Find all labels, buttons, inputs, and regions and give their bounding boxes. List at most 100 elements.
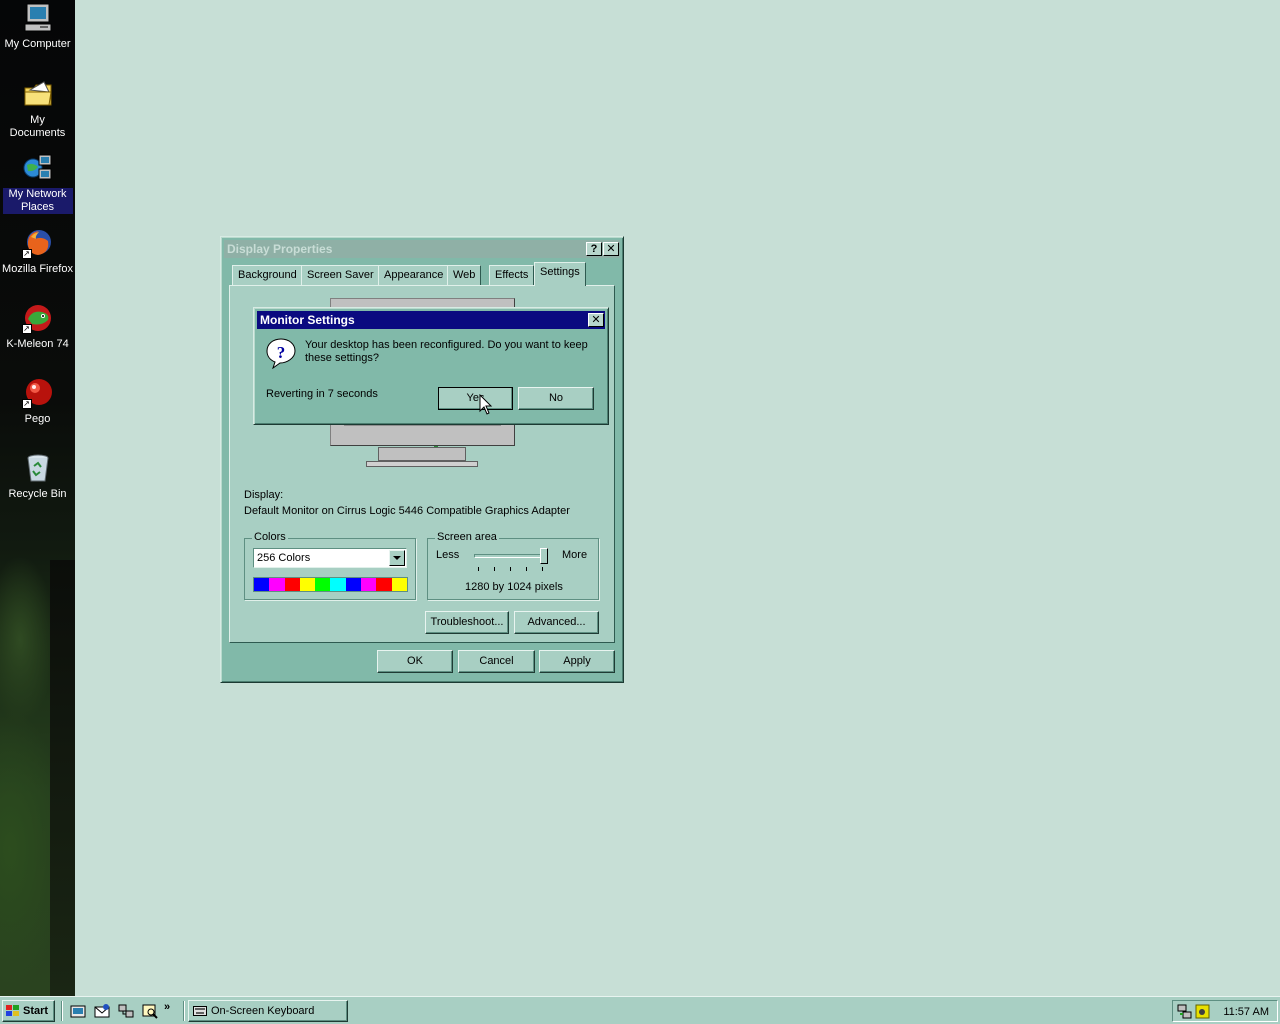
show-desktop-icon[interactable] <box>70 1003 86 1019</box>
network-quicklaunch-icon[interactable] <box>118 1003 134 1019</box>
palette-swatch <box>254 578 270 591</box>
shortcut-arrow-icon: ↗ <box>21 249 32 259</box>
folder-icon <box>22 78 54 110</box>
advanced-button[interactable]: Advanced... <box>514 611 599 634</box>
pego-icon: ↗ <box>21 377 54 409</box>
display-properties-titlebar[interactable]: Display Properties ? ✕ <box>224 240 620 258</box>
monitor-base <box>366 461 478 467</box>
desktop-icon-my-network-places[interactable]: My Network Places <box>0 152 75 214</box>
slider-ticks <box>478 567 546 571</box>
palette-swatch <box>315 578 331 591</box>
display-adapter-text: Default Monitor on Cirrus Logic 5446 Com… <box>244 505 570 517</box>
taskbar-divider <box>61 1001 63 1021</box>
question-icon: ? <box>265 337 297 370</box>
search-icon[interactable] <box>142 1003 158 1019</box>
resolution-text: 1280 by 1024 pixels <box>465 581 563 593</box>
tab-label: Settings <box>540 266 580 278</box>
dropdown-arrow-button[interactable] <box>389 550 405 566</box>
palette-swatch <box>376 578 392 591</box>
tab-label: Background <box>238 269 297 281</box>
mouse-cursor-icon <box>479 393 493 419</box>
windows-logo-icon <box>6 1005 20 1017</box>
desktop-icon-label: My Computer <box>4 38 71 50</box>
keyboard-icon <box>193 1006 207 1016</box>
tab-label: Effects <box>495 269 529 281</box>
clock[interactable]: 11:57 AM <box>1223 1006 1269 1018</box>
troubleshoot-button[interactable]: Troubleshoot... <box>425 611 509 634</box>
chevron-down-icon <box>393 556 401 560</box>
svg-text:?: ? <box>277 343 286 362</box>
shortcut-arrow-icon: ↗ <box>21 399 32 409</box>
palette-swatch <box>269 578 285 591</box>
desktop-icon-pego[interactable]: ↗ Pego <box>0 377 75 426</box>
taskbar-divider <box>183 1001 185 1021</box>
system-tray: 11:57 AM <box>1172 1000 1278 1022</box>
dialog-title: Monitor Settings <box>260 313 355 327</box>
desktop-icon-label: K-Meleon 74 <box>6 338 69 350</box>
tab-label: Screen Saver <box>307 269 374 281</box>
palette-swatch <box>391 578 407 591</box>
k-meleon-icon: ↗ <box>21 302 54 334</box>
help-button[interactable]: ? <box>586 242 602 256</box>
desktop-icon-label: Recycle Bin <box>8 488 67 500</box>
window-title: Display Properties <box>227 242 333 256</box>
monitor-settings-titlebar[interactable]: Monitor Settings ✕ <box>257 311 605 329</box>
chevron-right-icon[interactable]: » <box>164 1001 170 1013</box>
colors-dropdown[interactable]: 256 Colors <box>253 548 407 568</box>
slider-track <box>474 554 546 558</box>
no-button[interactable]: No <box>518 387 594 410</box>
colors-group-label: Colors <box>252 531 288 543</box>
close-button[interactable]: ✕ <box>588 313 604 327</box>
network-icon <box>22 152 54 184</box>
shortcut-arrow-icon: ↗ <box>21 324 32 334</box>
palette-swatch <box>299 578 316 591</box>
taskbar: Start » On-Screen Keyboard 11:57 AM <box>0 996 1280 1024</box>
tab-label: Web <box>453 269 476 281</box>
cancel-button[interactable]: Cancel <box>458 650 535 673</box>
desktop-icon-label: Mozilla Firefox <box>2 263 73 275</box>
palette-swatch <box>330 578 346 591</box>
firefox-icon: ↗ <box>21 227 54 259</box>
tab-screen-saver[interactable]: Screen Saver <box>301 265 380 285</box>
desktop-icon-my-computer[interactable]: My Computer <box>0 2 75 51</box>
tab-appearance[interactable]: Appearance <box>378 265 450 285</box>
slider-thumb[interactable] <box>540 548 548 564</box>
start-label: Start <box>23 1005 49 1017</box>
tab-effects[interactable]: Effects <box>489 265 535 285</box>
desktop-icon-recycle-bin[interactable]: Recycle Bin <box>0 452 75 501</box>
desktop-icon-k-meleon[interactable]: ↗ K-Meleon 74 <box>0 302 75 351</box>
palette-swatch <box>284 578 300 591</box>
recycle-bin-icon <box>22 452 54 484</box>
outlook-express-icon[interactable] <box>94 1003 110 1019</box>
desktop-icon-my-documents[interactable]: My Documents <box>0 78 75 140</box>
slider-more-label: More <box>562 549 588 561</box>
desktop-icon-label: Pego <box>24 413 51 425</box>
screen-area-group-label: Screen area <box>435 531 499 543</box>
computer-icon <box>22 2 54 34</box>
color-palette-preview <box>253 577 408 592</box>
colors-selected-value: 256 Colors <box>257 552 311 564</box>
monitor-stand <box>378 447 466 461</box>
apply-button[interactable]: Apply <box>539 650 615 673</box>
ok-button[interactable]: OK <box>377 650 453 673</box>
tab-settings[interactable]: Settings <box>534 262 586 286</box>
taskbar-task-on-screen-keyboard[interactable]: On-Screen Keyboard <box>188 1000 348 1022</box>
yes-button[interactable]: Yes <box>438 387 513 410</box>
palette-swatch <box>361 578 377 591</box>
desktop-icon-mozilla-firefox[interactable]: ↗ Mozilla Firefox <box>0 227 75 276</box>
tab-label: Appearance <box>384 269 444 281</box>
slider-less-label: Less <box>436 549 460 561</box>
close-button[interactable]: ✕ <box>603 242 619 256</box>
dialog-message: Your desktop has been reconfigured. Do y… <box>305 339 588 364</box>
task-label: On-Screen Keyboard <box>211 1005 315 1017</box>
palette-swatch <box>345 578 362 591</box>
monitor-settings-dialog: Monitor Settings ✕ ? Your desktop has be… <box>253 307 609 425</box>
desktop-icon-label: My Documents <box>9 114 66 139</box>
screen-area-slider[interactable] <box>474 548 550 574</box>
network-tray-icon[interactable] <box>1177 1004 1193 1020</box>
tab-web[interactable]: Web <box>447 265 482 285</box>
desktop-icon-label: My Network Places <box>2 188 73 214</box>
tab-background[interactable]: Background <box>232 265 303 285</box>
display-label: Display: <box>244 489 284 501</box>
volume-tray-icon[interactable] <box>1195 1004 1211 1020</box>
